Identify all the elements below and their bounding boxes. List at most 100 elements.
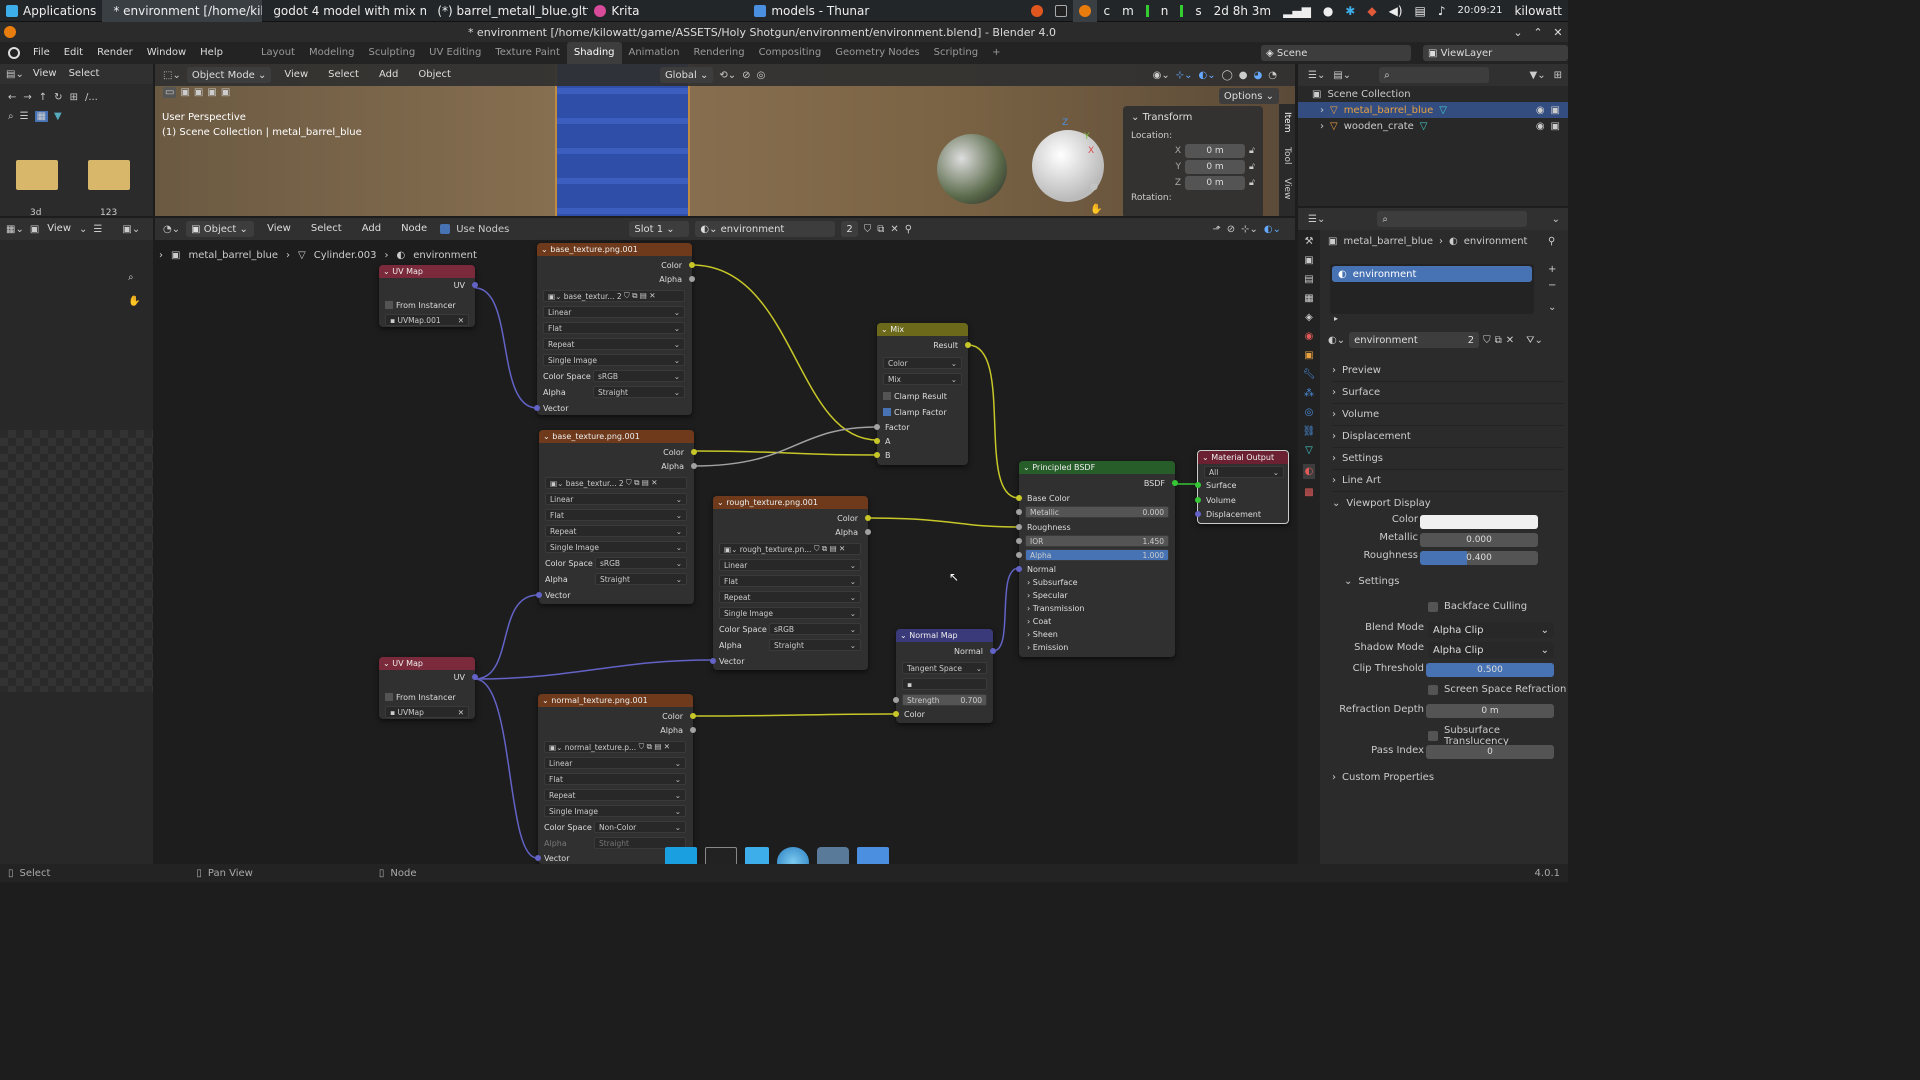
socket-b-in[interactable] bbox=[874, 452, 880, 458]
fake-user-icon[interactable]: ⛉ bbox=[1483, 335, 1491, 346]
folder-label-3d[interactable]: 3d bbox=[30, 208, 41, 218]
shadow-mode-dropdown[interactable]: Alpha Clip ⌄ bbox=[1428, 642, 1554, 658]
unlink-icon[interactable]: ✕ bbox=[1506, 335, 1514, 346]
menu-file[interactable]: File bbox=[26, 42, 57, 64]
slot-menu-icon[interactable]: ⌄ bbox=[1548, 302, 1556, 313]
material-name-field[interactable]: environment 2 bbox=[1349, 332, 1480, 348]
socket-alpha-in[interactable] bbox=[1016, 552, 1022, 558]
tab-rendering[interactable]: Rendering bbox=[686, 42, 751, 64]
from-instancer-checkbox[interactable] bbox=[385, 693, 393, 701]
scene-collection-row[interactable]: ▣ Scene Collection bbox=[1298, 86, 1568, 102]
search-icon[interactable]: ⌕ bbox=[8, 111, 14, 122]
panel-surface[interactable]: › Surface bbox=[1332, 382, 1564, 404]
blend-mode-dropdown[interactable]: Alpha Clip ⌄ bbox=[1428, 622, 1554, 638]
socket-vector-in[interactable] bbox=[710, 658, 716, 664]
menu-window[interactable]: Window bbox=[140, 42, 193, 64]
gizmo-x-label[interactable]: X bbox=[1088, 146, 1094, 156]
refresh-icon[interactable]: ↻ bbox=[54, 92, 62, 103]
tab-sculpting[interactable]: Sculpting bbox=[361, 42, 422, 64]
folder-icon[interactable] bbox=[16, 160, 58, 190]
vd-color-swatch[interactable] bbox=[1420, 515, 1538, 529]
minimize-icon[interactable]: ⌄ bbox=[1508, 26, 1528, 39]
socket-base-color-in[interactable] bbox=[1016, 495, 1022, 501]
vd-roughness-field[interactable]: 0.400 bbox=[1420, 551, 1538, 565]
node-header[interactable]: ⌄ Mix bbox=[877, 323, 968, 336]
extension-dropdown[interactable]: Repeat ⌄ bbox=[545, 525, 687, 537]
node-uv-map-2[interactable]: ⌄ UV Map UV From Instancer ▪ UVMap ✕ bbox=[379, 657, 478, 719]
uvmap-field[interactable]: ▪ UVMap.001 ✕ bbox=[385, 314, 469, 326]
clear-icon[interactable]: ✕ bbox=[458, 316, 464, 325]
tab-texture-paint[interactable]: Texture Paint bbox=[488, 42, 567, 64]
tab-view[interactable]: View bbox=[1282, 178, 1292, 199]
panel-sheen[interactable]: › Sheen bbox=[1027, 628, 1058, 640]
outliner-item-wooden-crate[interactable]: › ▽ wooden_crate ▽ ◉ ▣ bbox=[1298, 118, 1568, 134]
folder-icon[interactable] bbox=[88, 160, 130, 190]
material-browse-icon[interactable]: ◐⌄ bbox=[1328, 335, 1345, 346]
viewlayer-selector[interactable]: ▣ ViewLayer bbox=[1423, 45, 1568, 61]
socket-volume-in[interactable] bbox=[1195, 497, 1201, 503]
socket-alpha-out[interactable] bbox=[689, 276, 695, 282]
transform-title[interactable]: ⌄ Transform bbox=[1123, 106, 1263, 129]
lock-icon[interactable]: 🔓︎ bbox=[1249, 162, 1255, 172]
tray-terminal[interactable] bbox=[1049, 0, 1073, 22]
image-selector[interactable]: ▣⌄ rough_texture.pn... ⛉ ⧉ ▤ ✕ bbox=[719, 543, 861, 555]
socket-displacement-in[interactable] bbox=[1195, 511, 1201, 517]
new-folder-icon[interactable]: ⊞ bbox=[70, 92, 78, 103]
fb-menu-select[interactable]: Select bbox=[66, 63, 103, 85]
shading-material-icon[interactable]: ◕ bbox=[1254, 70, 1263, 81]
user-name[interactable]: kilowatt bbox=[1508, 0, 1568, 22]
editor-type-icon[interactable]: ☰⌄ bbox=[1308, 214, 1325, 225]
panel-volume[interactable]: › Volume bbox=[1332, 404, 1564, 426]
colorspace-dropdown[interactable]: sRGB ⌄ bbox=[595, 557, 687, 569]
space-dropdown[interactable]: Tangent Space ⌄ bbox=[902, 662, 987, 674]
clamp-factor-checkbox[interactable] bbox=[883, 408, 891, 416]
node-header[interactable]: ⌄ Material Output bbox=[1198, 451, 1288, 464]
socket-color-out[interactable] bbox=[690, 713, 696, 719]
ior-field[interactable]: IOR 1.450 bbox=[1025, 535, 1169, 547]
list-view-icon[interactable]: ☰ bbox=[20, 111, 29, 122]
shading-wire-icon[interactable]: ◯ bbox=[1222, 70, 1233, 81]
refraction-depth-field[interactable]: 0 m bbox=[1426, 704, 1554, 718]
socket-normal-in[interactable] bbox=[1016, 566, 1022, 572]
interpolation-dropdown[interactable]: Linear ⌄ bbox=[543, 306, 685, 318]
pin-icon[interactable]: ⚲ bbox=[1548, 236, 1555, 247]
close-icon[interactable]: ✕ bbox=[1548, 26, 1568, 39]
panel-emission[interactable]: › Emission bbox=[1027, 641, 1068, 653]
pass-index-field[interactable]: 0 bbox=[1426, 745, 1554, 759]
vd-metallic-field[interactable]: 0.000 bbox=[1420, 533, 1538, 547]
panel-displacement[interactable]: › Displacement bbox=[1332, 426, 1564, 448]
select-box-icon[interactable]: ▭ bbox=[163, 87, 177, 98]
constraints-tab-icon[interactable]: ⛓︎ bbox=[1303, 426, 1316, 437]
folder-icon[interactable] bbox=[857, 847, 889, 864]
node-principled-bsdf[interactable]: ⌄ Principled BSDF BSDF Base Color Metall… bbox=[1016, 461, 1178, 657]
task-thunar[interactable]: models - Thunar bbox=[748, 0, 910, 22]
panel-settings[interactable]: › Settings bbox=[1332, 448, 1564, 470]
alpha-field[interactable]: Alpha 1.000 bbox=[1025, 549, 1169, 561]
node-header[interactable]: ⌄ UV Map bbox=[379, 657, 475, 670]
socket-roughness-in[interactable] bbox=[1016, 524, 1022, 530]
socket-uv-out[interactable] bbox=[472, 674, 478, 680]
panel-specular[interactable]: › Specular bbox=[1027, 589, 1068, 601]
particles-tab-icon[interactable]: ⁂ bbox=[1304, 388, 1314, 399]
task-gltf[interactable]: (*) barrel_metall_blue.gltf... bbox=[426, 0, 588, 22]
node-base-texture-1[interactable]: ⌄ base_texture.png.001 Color Alpha ▣⌄ ba… bbox=[534, 243, 695, 415]
filter-icon[interactable]: ▼ bbox=[54, 111, 62, 122]
modifier-tab-icon[interactable]: 🔧︎ bbox=[1303, 369, 1316, 380]
editor-type-icon[interactable]: ▤⌄ bbox=[6, 69, 24, 80]
strength-field[interactable]: Strength 0.700 bbox=[902, 694, 987, 706]
task-firefox[interactable]: godot 4 model with mix m... bbox=[262, 0, 426, 22]
menu-help[interactable]: Help bbox=[193, 42, 230, 64]
image-selector[interactable]: ▣⌄ base_textur... 2 ⛉ ⧉ ▤ ✕ bbox=[543, 290, 685, 302]
eye-icon[interactable]: ◉ bbox=[1536, 121, 1545, 132]
extension-dropdown[interactable]: Repeat ⌄ bbox=[543, 338, 685, 350]
camera-icon[interactable]: ▣ bbox=[1551, 121, 1560, 132]
socket-color-out[interactable] bbox=[689, 262, 695, 268]
clock[interactable]: 20:09:21 bbox=[1452, 0, 1509, 22]
colorspace-dropdown[interactable]: Non-Color ⌄ bbox=[594, 821, 686, 833]
outliner-item-metal-barrel[interactable]: › ▽ metal_barrel_blue ▽ ◉ ▣ bbox=[1298, 102, 1568, 118]
lock-icon[interactable]: 🔓︎ bbox=[1249, 146, 1255, 156]
node-editor[interactable]: ◔⌄ ▣ Object ⌄ View Select Add Node Use N… bbox=[155, 218, 1295, 864]
panel-coat[interactable]: › Coat bbox=[1027, 615, 1051, 627]
tab-animation[interactable]: Animation bbox=[622, 42, 687, 64]
backface-culling-checkbox[interactable] bbox=[1428, 601, 1438, 612]
